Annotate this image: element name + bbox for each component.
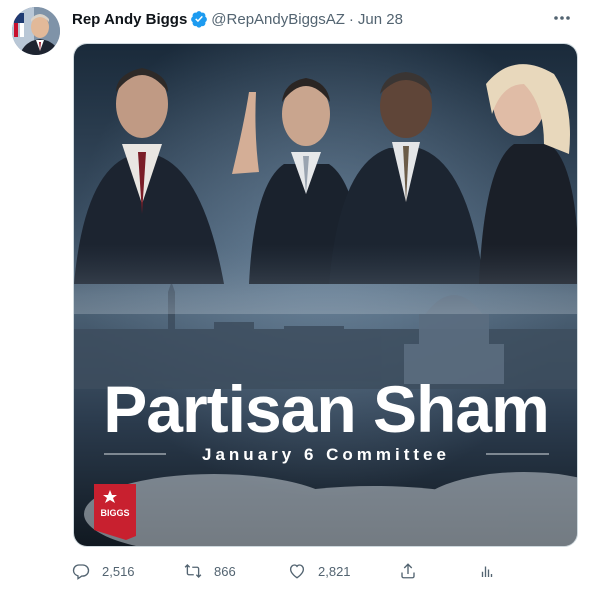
like-count: 2,821 <box>318 563 351 579</box>
biggs-logo: BIGGS <box>94 484 136 540</box>
like-button[interactable]: 2,821 <box>288 561 351 581</box>
analytics-icon <box>481 566 493 577</box>
author-avatar[interactable] <box>12 7 60 55</box>
author-handle[interactable]: @RepAndyBiggsAZ <box>211 11 345 28</box>
heart-icon <box>289 564 305 579</box>
retweet-count: 866 <box>214 563 236 579</box>
retweet-button[interactable]: 866 <box>184 561 236 581</box>
analytics-button[interactable] <box>478 561 508 581</box>
reply-button[interactable]: 2,516 <box>72 561 135 581</box>
reply-icon <box>72 564 90 580</box>
tweet[interactable]: Rep Andy Biggs @RepAndyBiggsAZ · Jun 28 <box>0 0 591 589</box>
verified-badge-icon <box>191 11 208 28</box>
media-subhead: January 6 Committee <box>202 445 450 464</box>
separator-dot: · <box>348 10 354 28</box>
reply-count: 2,516 <box>102 563 135 579</box>
tweet-actions: 2,516 866 2,821 <box>72 561 502 581</box>
media-headline: Partisan Sham <box>103 372 549 446</box>
author-name[interactable]: Rep Andy Biggs <box>72 11 187 28</box>
retweet-icon <box>184 564 202 578</box>
share-icon <box>401 563 415 579</box>
more-horizontal-icon[interactable] <box>551 8 573 28</box>
share-button[interactable] <box>399 561 429 581</box>
tweet-header: Rep Andy Biggs @RepAndyBiggsAZ · Jun 28 <box>72 9 403 29</box>
partisan-sham-graphic: Partisan Sham January 6 Committee BIGGS <box>74 44 577 546</box>
tweet-date[interactable]: Jun 28 <box>358 11 403 28</box>
tweet-media-image[interactable]: Partisan Sham January 6 Committee BIGGS <box>73 43 578 547</box>
logo-text: BIGGS <box>100 508 129 518</box>
avatar-image <box>12 7 60 55</box>
